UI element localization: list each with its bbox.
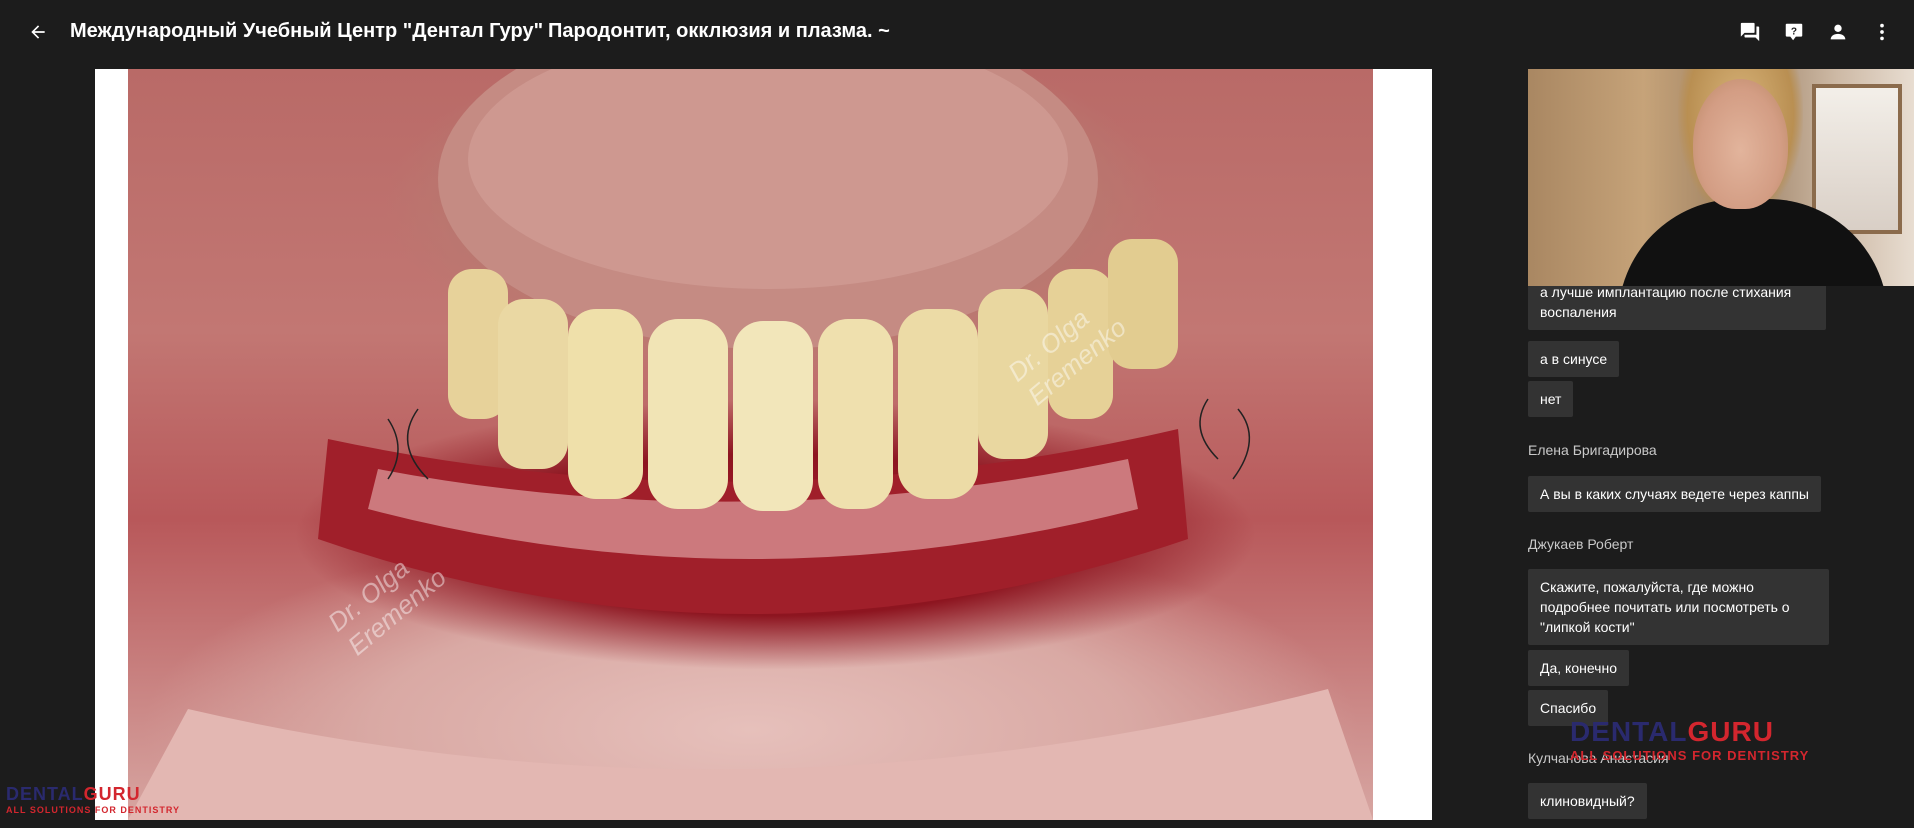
svg-text:?: ? <box>1791 26 1797 37</box>
presenter-video[interactable] <box>1528 69 1914 286</box>
qa-button[interactable]: ? <box>1776 16 1812 48</box>
chat-message: Да, конечно <box>1528 650 1629 686</box>
chat-message: а в синусе <box>1528 341 1620 377</box>
arrow-left-icon <box>31 25 45 39</box>
chat-message: нет <box>1528 381 1574 417</box>
chat-message: а лучше имплантацию после стихания воспа… <box>1528 286 1826 330</box>
presentation-slide: Dr. Olga Eremenko Dr. Olga Eremenko <box>95 69 1432 820</box>
org-title: Международный Учебный Центр "Дентал Гуру… <box>70 20 544 42</box>
chat-message: Скажите, пожалуйста, где можно подробнее… <box>1528 569 1829 645</box>
brand-logo-small: DENTALGURU ALL SOLUTIONS FOR DENTISTRY <box>6 784 181 815</box>
top-bar: Международный Учебный Центр "Дентал Гуру… <box>0 0 1914 64</box>
toolbar-icons: ? <box>1732 16 1900 48</box>
presenter-face <box>1693 79 1788 209</box>
event-title: Пародонтит, окклюзия и плазма. ~ <box>548 20 890 42</box>
chat-button[interactable] <box>1732 16 1768 48</box>
profile-button[interactable] <box>1820 16 1856 48</box>
slide-photo: Dr. Olga Eremenko Dr. Olga Eremenko <box>128 69 1373 820</box>
background-window <box>1812 84 1902 234</box>
chat-message: клиновидный? <box>1528 783 1647 819</box>
chat-sender: Джукаев Роберт <box>1528 536 1634 552</box>
chat-message: А вы в каких случаях ведете через каппы <box>1528 476 1821 512</box>
more-button[interactable] <box>1864 16 1900 48</box>
app-root: Международный Учебный Центр "Дентал Гуру… <box>0 0 1914 828</box>
brand-logo-overlay: DENTALGURU ALL SOLUTIONS FOR DENTISTRY <box>1570 716 1810 763</box>
teeth-illustration <box>128 69 1373 820</box>
question-icon: ? <box>1785 23 1803 41</box>
back-button[interactable] <box>24 18 52 46</box>
chat-icon <box>1740 22 1760 42</box>
more-vert-icon <box>1880 23 1884 41</box>
chat-sender: Елена Бригадирова <box>1528 442 1657 458</box>
person-icon <box>1830 24 1846 40</box>
